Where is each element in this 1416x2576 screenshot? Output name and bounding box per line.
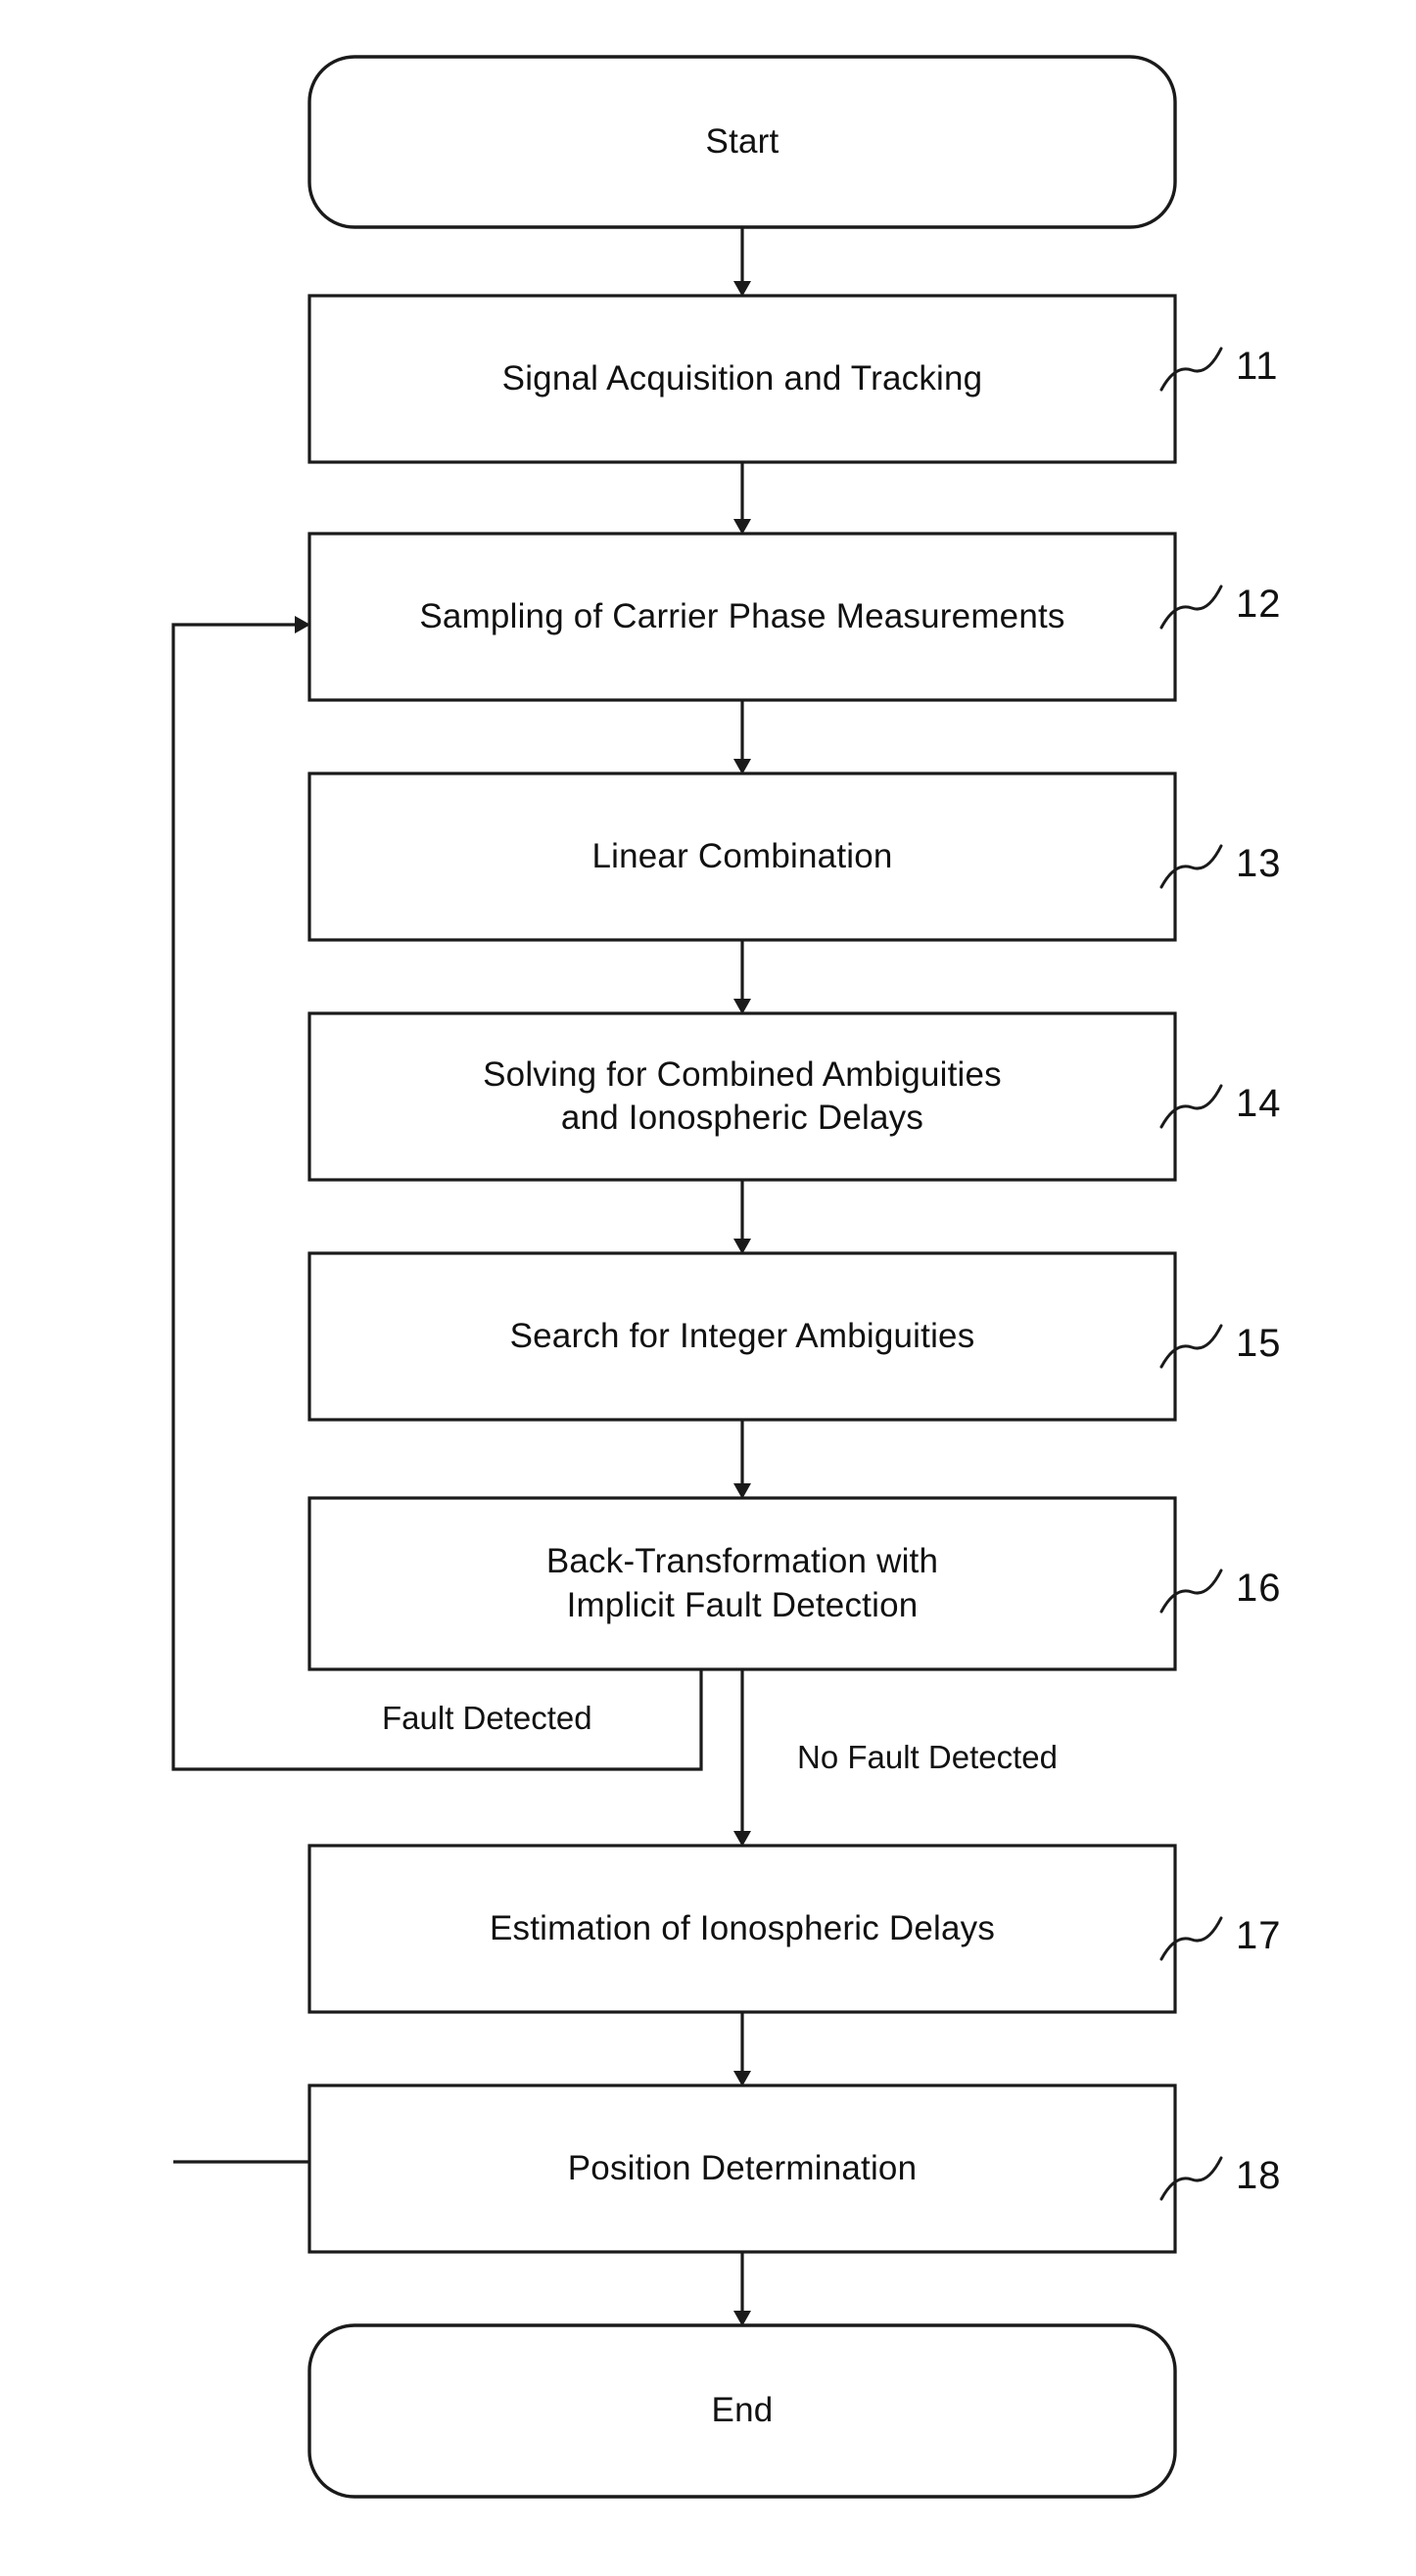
node-12-shape bbox=[307, 532, 1177, 702]
ref-numeral-12: 12 bbox=[1236, 583, 1282, 626]
edge-label-no-fault-detected: No Fault Detected bbox=[793, 1738, 1062, 1777]
node-17-shape bbox=[307, 1844, 1177, 2014]
ref-numeral-14: 14 bbox=[1236, 1082, 1282, 1125]
ref-numeral-16: 16 bbox=[1236, 1567, 1282, 1610]
node-15-shape bbox=[307, 1251, 1177, 1422]
ref-numeral-18: 18 bbox=[1236, 2154, 1282, 2197]
flowchart-svg bbox=[171, 55, 1223, 2499]
ref-numeral-13: 13 bbox=[1236, 842, 1282, 885]
node-11-shape bbox=[307, 294, 1177, 464]
node-18-shape bbox=[307, 2084, 1177, 2254]
ref-numeral-17: 17 bbox=[1236, 1914, 1282, 1957]
edge-label-fault-detected: Fault Detected bbox=[378, 1699, 596, 1738]
ref-numeral-15: 15 bbox=[1236, 1322, 1282, 1365]
node-start-shape bbox=[307, 55, 1177, 229]
node-13-shape bbox=[307, 772, 1177, 942]
node-14-shape bbox=[307, 1011, 1177, 1182]
flowchart-canvas: Start Signal Acquisition and Tracking Sa… bbox=[0, 0, 1416, 2576]
node-end-shape bbox=[307, 2323, 1177, 2499]
node-16-shape bbox=[307, 1496, 1177, 1671]
ref-numeral-11: 11 bbox=[1236, 345, 1279, 388]
